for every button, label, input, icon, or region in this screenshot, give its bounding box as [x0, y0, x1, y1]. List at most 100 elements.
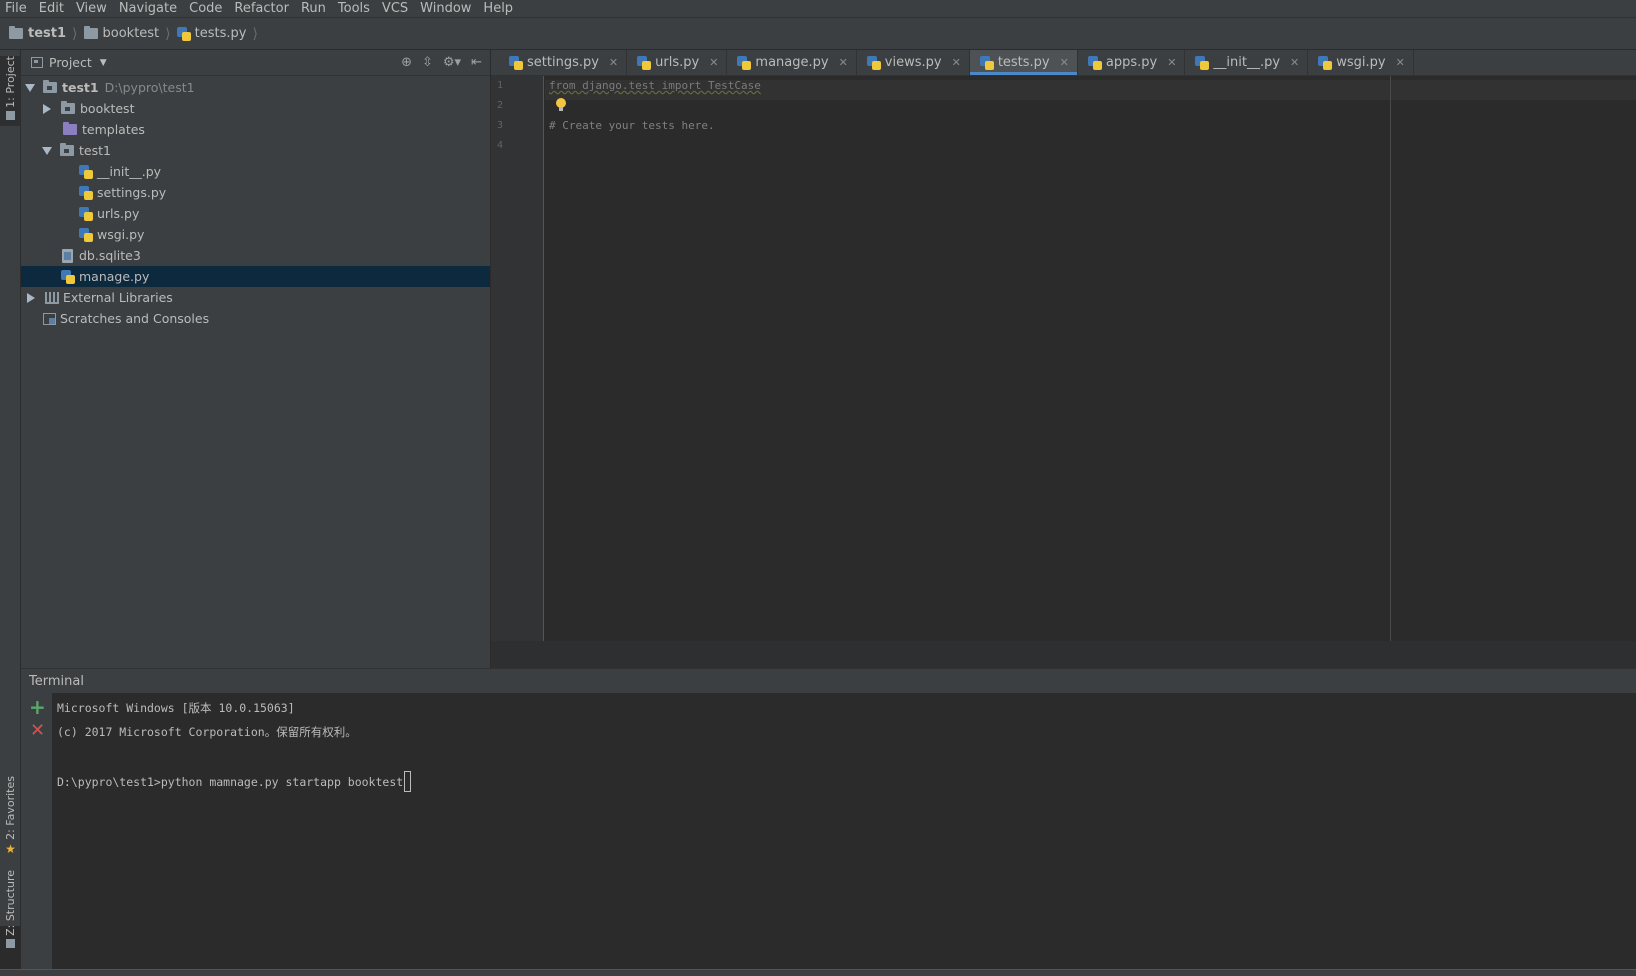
close-icon[interactable]: ✕	[1167, 56, 1176, 69]
tree-item-urls-py[interactable]: urls.py	[21, 203, 490, 224]
tab-wsgi-py[interactable]: wsgi.py ✕	[1308, 50, 1414, 75]
tree-item-test1[interactable]: test1	[21, 140, 490, 161]
tool-tab-label: 2: Favorites	[4, 776, 17, 840]
terminal-header: Terminal	[21, 668, 1636, 693]
python-file-icon	[1195, 55, 1210, 70]
menu-run[interactable]: Run	[295, 0, 332, 17]
breadcrumb-label: booktest	[102, 26, 160, 41]
breadcrumb-item-tests-py[interactable]: tests.py	[176, 26, 246, 41]
terminal-prompt-line[interactable]: D:\pypro\test1>python mamnage.py startap…	[57, 771, 412, 792]
editor-tab-bar: settings.py ✕ urls.py ✕ manage.py ✕ view…	[491, 50, 1636, 76]
templates-folder-icon	[63, 122, 77, 135]
tool-tab-label: 1: Project	[4, 56, 17, 108]
tab-urls-py[interactable]: urls.py ✕	[627, 50, 728, 75]
menu-navigate[interactable]: Navigate	[113, 0, 183, 17]
locate-icon[interactable]: ⊕	[401, 55, 412, 70]
tab-apps-py[interactable]: apps.py ✕	[1078, 50, 1186, 75]
close-icon[interactable]: ✕	[609, 56, 618, 69]
menu-bar: File Edit View Navigate Code Refactor Ru…	[0, 0, 1636, 17]
python-file-icon	[637, 55, 652, 70]
tool-tab-structure[interactable]: Z: Structure	[0, 870, 21, 948]
left-tool-strip: 1: Project 2: Favorites ★ Z: Structure	[0, 50, 21, 948]
tab-init-py[interactable]: __init__.py ✕	[1185, 50, 1309, 75]
python-file-icon	[1087, 55, 1102, 70]
collapse-arrow-icon[interactable]	[43, 103, 51, 114]
tab-settings-py[interactable]: settings.py ✕	[499, 50, 628, 75]
tool-tab-favorites[interactable]: 2: Favorites ★	[0, 776, 21, 856]
scratches-icon	[43, 312, 56, 325]
gear-icon[interactable]: ⚙▾	[443, 55, 461, 70]
line-number: 3	[497, 120, 504, 131]
tree-item-label: manage.py	[79, 269, 150, 284]
breadcrumb-item-booktest[interactable]: booktest	[83, 26, 160, 41]
menu-edit[interactable]: Edit	[33, 0, 70, 17]
project-icon	[31, 57, 43, 68]
terminal-output[interactable]: Microsoft Windows [版本 10.0.15063] (c) 20…	[53, 693, 1636, 969]
editor-gutter[interactable]: 1 2 3 4	[491, 76, 544, 641]
tree-item-booktest[interactable]: booktest	[21, 98, 490, 119]
tree-item-init-py[interactable]: __init__.py	[21, 161, 490, 182]
tree-item-wsgi-py[interactable]: wsgi.py	[21, 224, 490, 245]
line-number: 4	[497, 140, 504, 151]
star-icon: ★	[5, 841, 16, 856]
tree-item-settings-py[interactable]: settings.py	[21, 182, 490, 203]
new-session-plus-icon[interactable]: +	[29, 697, 46, 717]
tree-item-label: __init__.py	[97, 164, 162, 179]
editor-horizontal-scrollbar[interactable]	[491, 641, 1636, 668]
menu-file[interactable]: File	[0, 0, 33, 17]
tree-item-manage-py[interactable]: manage.py	[21, 266, 490, 287]
menu-code[interactable]: Code	[183, 0, 228, 17]
menu-tools[interactable]: Tools	[332, 0, 376, 17]
tab-views-py[interactable]: views.py ✕	[857, 50, 970, 75]
terminal-title: Terminal	[29, 673, 84, 689]
menu-refactor[interactable]: Refactor	[228, 0, 295, 17]
project-panel: Project ▼ ⊕ ⇳ ⚙▾ ⇤ test1 D:\pypro\test1 …	[21, 50, 491, 668]
chevron-down-icon[interactable]: ▼	[100, 58, 107, 68]
tab-label: tests.py	[997, 55, 1050, 70]
breadcrumb-item-test1[interactable]: test1	[9, 26, 66, 41]
collapse-arrow-icon[interactable]	[27, 292, 35, 303]
tree-item-templates[interactable]: templates	[21, 119, 490, 140]
close-icon[interactable]: ✕	[1290, 56, 1299, 69]
tab-tests-py[interactable]: tests.py ✕	[969, 50, 1078, 75]
project-view-selector[interactable]: Project	[49, 55, 92, 70]
folder-icon	[9, 26, 23, 39]
tab-manage-py[interactable]: manage.py ✕	[727, 50, 857, 75]
tab-label: apps.py	[1105, 55, 1158, 70]
menu-vcs[interactable]: VCS	[376, 0, 414, 17]
tree-item-label: Scratches and Consoles	[60, 311, 210, 326]
close-icon[interactable]: ✕	[709, 56, 718, 69]
right-margin-guide	[1390, 76, 1391, 641]
tree-item-label: External Libraries	[63, 290, 173, 305]
collapse-all-icon[interactable]: ⇳	[422, 55, 433, 70]
expand-arrow-icon[interactable]	[25, 84, 35, 92]
breadcrumb-separator: ⟩	[252, 25, 258, 42]
tree-item-external-libraries[interactable]: External Libraries	[21, 287, 490, 308]
python-file-icon	[737, 55, 752, 70]
hide-panel-icon[interactable]: ⇤	[471, 55, 482, 70]
lightbulb-icon[interactable]	[556, 98, 566, 112]
python-file-icon	[979, 55, 994, 70]
python-file-icon	[176, 26, 191, 41]
line-number: 1	[497, 80, 504, 91]
menu-window[interactable]: Window	[414, 0, 477, 17]
close-icon[interactable]: ✕	[1396, 56, 1405, 69]
close-icon[interactable]: ✕	[1060, 56, 1069, 69]
tool-tab-project[interactable]: 1: Project	[0, 56, 21, 126]
tab-label: views.py	[884, 55, 942, 70]
code-line-3: # Create your tests here.	[549, 119, 715, 132]
code-editor[interactable]: 1 2 3 4 from django.test import TestCase…	[491, 76, 1636, 641]
tree-item-root-test1[interactable]: test1 D:\pypro\test1	[21, 77, 490, 98]
close-icon[interactable]: ✕	[952, 56, 961, 69]
project-header-tools: ⊕ ⇳ ⚙▾ ⇤	[401, 55, 482, 70]
tree-item-db-sqlite3[interactable]: db.sqlite3	[21, 245, 490, 266]
tree-item-label: db.sqlite3	[79, 248, 141, 263]
python-file-icon	[79, 227, 93, 242]
close-session-x-icon[interactable]: ✕	[30, 721, 45, 741]
menu-help[interactable]: Help	[477, 0, 519, 17]
tree-item-scratches[interactable]: Scratches and Consoles	[21, 308, 490, 329]
status-bar	[0, 969, 1636, 976]
expand-arrow-icon[interactable]	[42, 147, 52, 155]
menu-view[interactable]: View	[70, 0, 113, 17]
close-icon[interactable]: ✕	[839, 56, 848, 69]
